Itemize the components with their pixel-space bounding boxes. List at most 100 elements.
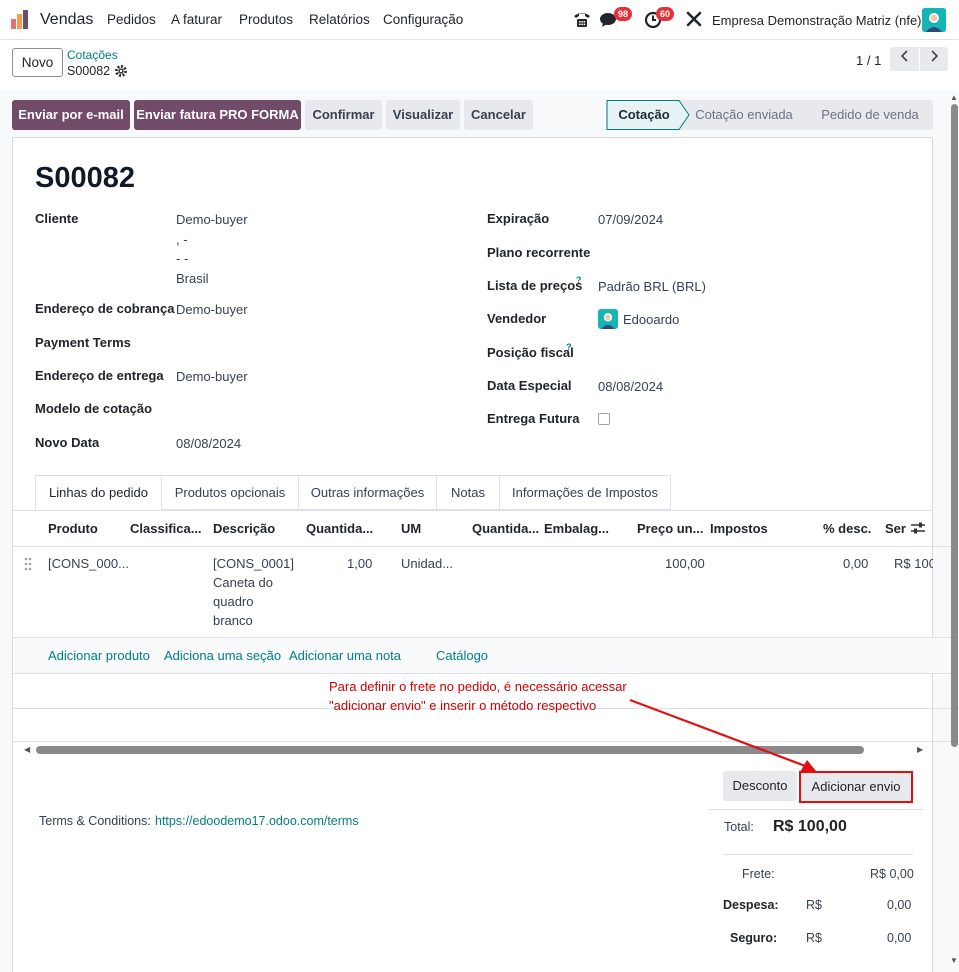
odoo-apps-icon[interactable] bbox=[11, 10, 31, 30]
debug-tools-icon[interactable] bbox=[686, 11, 702, 30]
novo-data-label: Novo Data bbox=[35, 435, 100, 450]
plano-recorrente-field[interactable] bbox=[598, 243, 908, 263]
endereco-entrega-field[interactable]: Demo-buyer bbox=[176, 369, 248, 384]
col-quantidade-2[interactable]: Quantida... bbox=[472, 521, 539, 536]
payment-terms-field[interactable] bbox=[176, 333, 446, 353]
row-descricao-4[interactable]: branco bbox=[213, 613, 253, 628]
discount-button[interactable]: Desconto bbox=[723, 771, 797, 801]
vendedor-label: Vendedor bbox=[487, 311, 547, 326]
stage-cotacao-enviada[interactable]: Cotação enviada bbox=[690, 100, 798, 130]
endereco-entrega-label: Endereço de entrega bbox=[35, 368, 164, 383]
terms-label: Terms & Conditions: bbox=[39, 814, 151, 828]
catalog-link[interactable]: Catálogo bbox=[436, 648, 488, 663]
add-note-link[interactable]: Adicionar uma nota bbox=[289, 648, 401, 663]
modelo-cotacao-field[interactable] bbox=[176, 399, 446, 419]
new-button[interactable]: Novo bbox=[12, 48, 63, 77]
tab-outras-informacoes[interactable]: Outras informações bbox=[298, 475, 437, 510]
posicao-fiscal-field[interactable] bbox=[598, 343, 908, 363]
menu-relatorios[interactable]: Relatórios bbox=[309, 12, 370, 27]
row-quantidade[interactable]: 1,00 bbox=[347, 556, 372, 571]
data-especial-field[interactable]: 08/08/2024 bbox=[598, 379, 663, 394]
lista-precos-help-icon[interactable]: ? bbox=[576, 275, 582, 285]
menu-pedidos[interactable]: Pedidos bbox=[107, 12, 156, 27]
col-desconto[interactable]: % desc. bbox=[823, 521, 871, 536]
vertical-scrollbar[interactable] bbox=[951, 104, 958, 747]
confirm-button[interactable]: Confirmar bbox=[305, 100, 382, 130]
tab-produtos-opcionais[interactable]: Produtos opcionais bbox=[161, 475, 299, 510]
annotation-text: Para definir o frete no pedido, é necess… bbox=[329, 679, 627, 713]
row-desconto[interactable]: 0,00 bbox=[843, 556, 868, 571]
col-um[interactable]: UM bbox=[401, 521, 421, 536]
messages-badge: 98 bbox=[614, 7, 633, 21]
col-embalagem[interactable]: Embalag... bbox=[544, 521, 609, 536]
cliente-label: Cliente bbox=[35, 211, 79, 226]
user-avatar[interactable] bbox=[922, 8, 946, 32]
row-descricao-2[interactable]: Caneta do bbox=[213, 575, 273, 590]
drag-handle-icon[interactable] bbox=[24, 557, 32, 574]
vertical-scroll-up-icon[interactable]: ▲ bbox=[950, 93, 958, 102]
row-um[interactable]: Unidad... bbox=[401, 556, 453, 571]
row-descricao-3[interactable]: quadro bbox=[213, 594, 253, 609]
scroll-right-icon[interactable]: ▶ bbox=[917, 745, 923, 754]
col-produto[interactable]: Produto bbox=[48, 521, 98, 536]
col-subtotal[interactable]: Ser bbox=[885, 521, 906, 536]
posicao-fiscal-help-icon[interactable]: ? bbox=[566, 342, 572, 352]
app-name[interactable]: Vendas bbox=[40, 11, 93, 29]
breadcrumb-cotacoes[interactable]: Cotações bbox=[67, 48, 118, 62]
endereco-cobranca-field[interactable]: Demo-buyer bbox=[176, 302, 248, 317]
totals-divider bbox=[723, 854, 913, 855]
entrega-futura-checkbox[interactable] bbox=[598, 413, 610, 425]
plano-recorrente-label: Plano recorrente bbox=[487, 245, 591, 260]
row-preco[interactable]: 100,00 bbox=[665, 556, 705, 571]
col-descricao[interactable]: Descrição bbox=[213, 521, 275, 536]
seguro-field[interactable]: 0,00 bbox=[887, 931, 911, 945]
cliente-name[interactable]: Demo-buyer bbox=[176, 212, 248, 227]
company-switcher[interactable]: Empresa Demonstração Matriz (nfe) bbox=[712, 13, 922, 28]
cancel-button[interactable]: Cancelar bbox=[464, 100, 533, 130]
annotation-arrow bbox=[629, 698, 816, 772]
col-impostos[interactable]: Impostos bbox=[710, 521, 768, 536]
expiracao-field[interactable]: 07/09/2024 bbox=[598, 212, 663, 227]
col-quantidade[interactable]: Quantida... bbox=[306, 521, 373, 536]
vendedor-field[interactable]: Edooardo bbox=[623, 312, 679, 327]
add-product-link[interactable]: Adicionar produto bbox=[48, 648, 150, 663]
pager-value[interactable]: 1 / 1 bbox=[856, 53, 881, 68]
despesa-field[interactable]: 0,00 bbox=[887, 898, 911, 912]
row-descricao-1[interactable]: [CONS_0001] bbox=[213, 556, 294, 571]
pager-next-button[interactable] bbox=[920, 47, 948, 71]
stage-cotacao[interactable]: Cotação bbox=[606, 100, 682, 130]
novo-data-field[interactable]: 08/08/2024 bbox=[176, 436, 241, 451]
seguro-label: Seguro: bbox=[730, 931, 778, 945]
tab-linhas-pedido[interactable]: Linhas do pedido bbox=[35, 475, 162, 510]
payment-terms-label: Payment Terms bbox=[35, 335, 131, 350]
stage-pedido-venda[interactable]: Pedido de venda bbox=[812, 100, 928, 130]
row-produto[interactable]: [CONS_000... bbox=[48, 556, 129, 571]
add-shipping-button[interactable]: Adicionar envio bbox=[799, 771, 913, 803]
total-label: Total: bbox=[724, 820, 754, 834]
scroll-left-icon[interactable]: ◀ bbox=[24, 745, 30, 754]
lista-precos-label: Lista de preços bbox=[487, 278, 583, 293]
lista-precos-field[interactable]: Padrão BRL (BRL) bbox=[598, 279, 706, 294]
seguro-currency: R$ bbox=[806, 931, 822, 945]
send-email-button[interactable]: Enviar por e-mail bbox=[12, 100, 130, 130]
phone-icon[interactable] bbox=[572, 10, 592, 31]
col-classificacao[interactable]: Classifica... bbox=[130, 521, 202, 536]
tab-informacoes-impostos[interactable]: Informações de Impostos bbox=[499, 475, 671, 510]
preview-button[interactable]: Visualizar bbox=[386, 100, 460, 130]
menu-configuracao[interactable]: Configuração bbox=[383, 12, 463, 27]
cliente-country: Brasil bbox=[176, 271, 209, 286]
send-proforma-button[interactable]: Enviar fatura PRO FORMA bbox=[134, 100, 301, 130]
tab-notas[interactable]: Notas bbox=[436, 475, 500, 510]
despesa-label: Despesa: bbox=[723, 898, 779, 912]
totals-top-border bbox=[708, 809, 924, 810]
gear-icon[interactable] bbox=[115, 65, 127, 80]
menu-a-faturar[interactable]: A faturar bbox=[171, 12, 222, 27]
pager-prev-button[interactable] bbox=[890, 47, 919, 71]
vertical-scroll-down-icon[interactable]: ▼ bbox=[950, 956, 958, 965]
menu-produtos[interactable]: Produtos bbox=[239, 12, 293, 27]
col-preco-unitario[interactable]: Preço un... bbox=[637, 521, 703, 536]
optional-columns-icon[interactable] bbox=[910, 521, 926, 537]
terms-link[interactable]: https://edoodemo17.odoo.com/terms bbox=[155, 814, 359, 828]
tabs-bottom-border bbox=[13, 510, 933, 511]
add-section-link[interactable]: Adiciona uma seção bbox=[164, 648, 281, 663]
